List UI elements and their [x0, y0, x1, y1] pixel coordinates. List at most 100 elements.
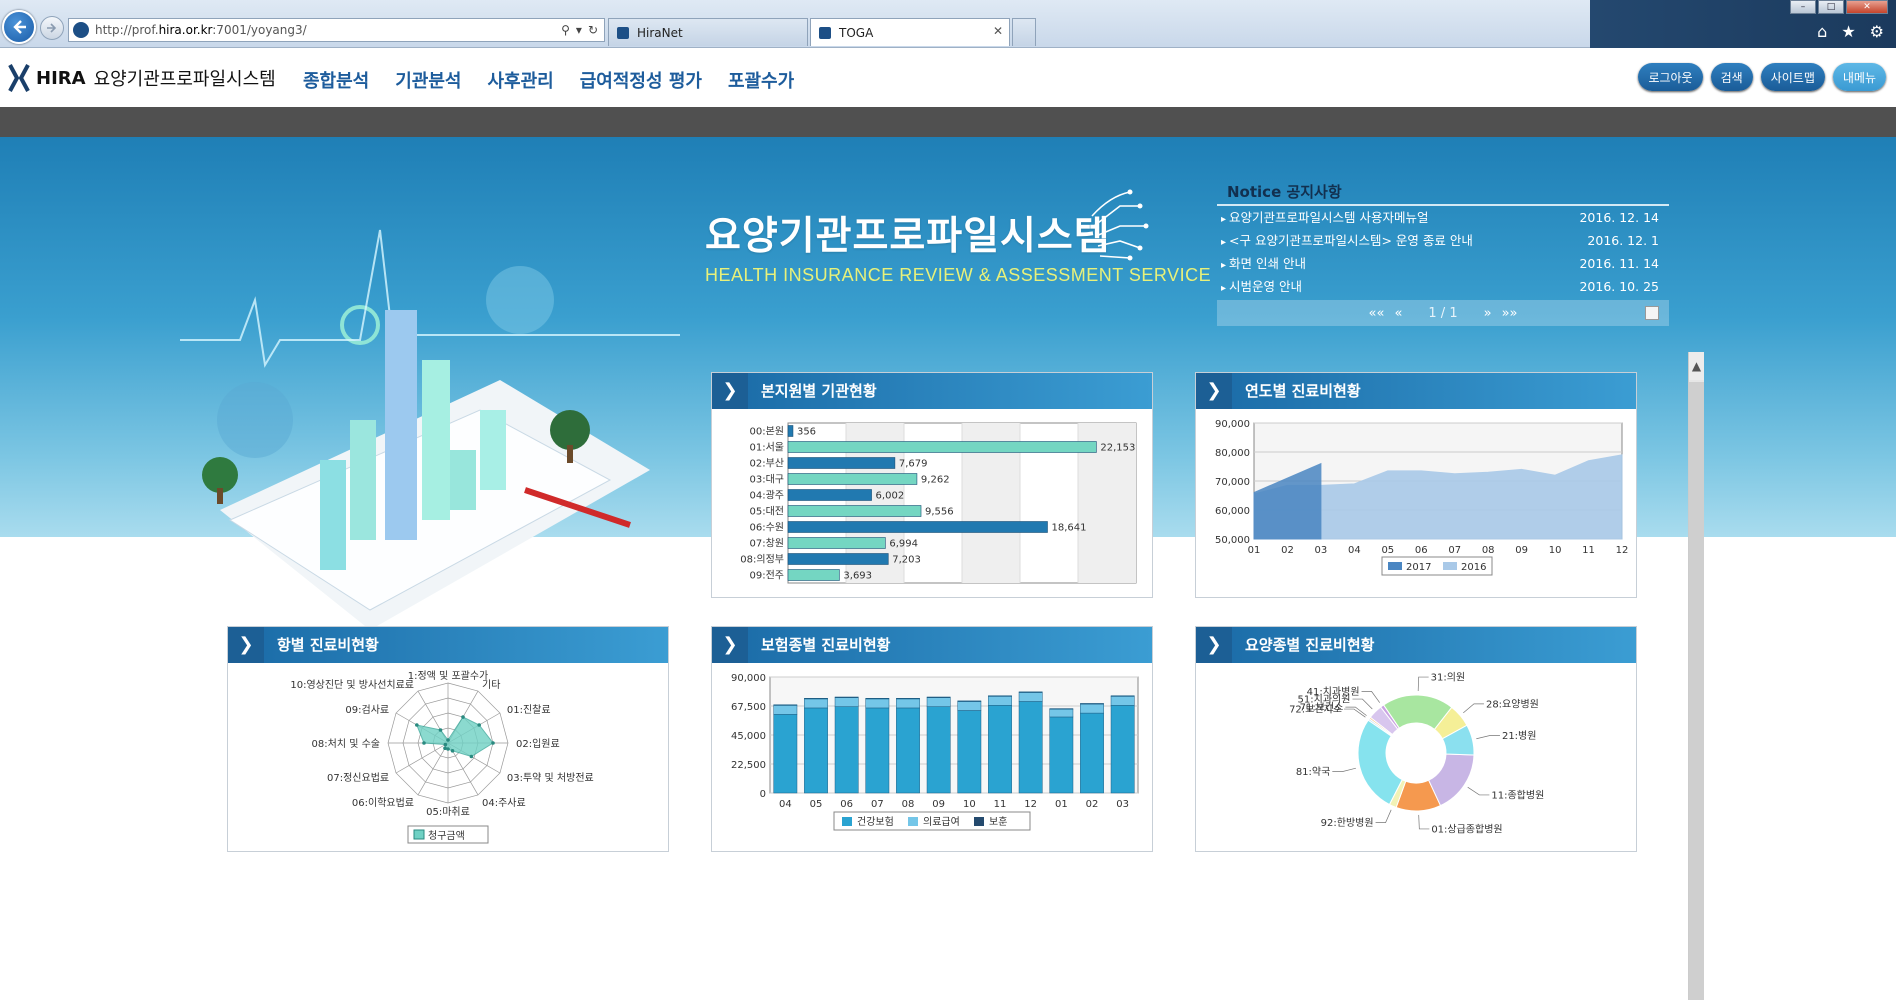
back-button[interactable]: [2, 10, 36, 44]
bar: [787, 537, 886, 549]
category-label: 06:수원: [750, 522, 785, 534]
x-tick-label: 07: [1448, 545, 1461, 556]
legend-label: 의료급여: [923, 816, 960, 828]
tab-hiranet[interactable]: HiraNet: [608, 18, 808, 46]
address-url[interactable]: http://prof.hira.or.kr:7001/yoyang3/: [95, 23, 561, 37]
refresh-icon[interactable]: ↻: [588, 23, 598, 37]
radar-spoke: [395, 742, 449, 774]
radar-point: [443, 742, 448, 747]
nav-item-summary-analysis[interactable]: 종합분석: [303, 67, 369, 93]
site-logo[interactable]: HIRA 요양기관프로파일시스템: [8, 63, 276, 93]
y-tick-label: 60,000: [1215, 506, 1250, 517]
sub-nav-bar: [0, 107, 1896, 137]
logo-system-name: 요양기관프로파일시스템: [93, 69, 276, 90]
category-label: 04:광주: [750, 490, 785, 502]
slice-label: 92:한방병원: [1321, 817, 1374, 829]
home-icon[interactable]: ⌂: [1817, 22, 1827, 41]
category-label: 02:부산: [750, 458, 785, 470]
chevron-right-icon[interactable]: ❯: [1196, 627, 1232, 663]
bar-segment-의료급여: [834, 697, 859, 707]
nav-item-institution-analysis[interactable]: 기관분석: [395, 67, 461, 93]
notice-item[interactable]: 시범운영 안내 2016. 10. 25: [1217, 275, 1669, 298]
scroll-thumb[interactable]: [1689, 382, 1704, 1000]
chevron-right-icon[interactable]: ❯: [712, 627, 748, 663]
legend-swatch: [842, 817, 852, 826]
inst-type-donut-chart: 01:상급종합병원11:종합병원21:병원28:요양병원31:의원41:치과병원…: [1289, 672, 1544, 836]
branch-bar-chart: 00:본원 356 01:서울 22,153 02:부산 7,679 03:대구 9,262 0…: [740, 422, 1137, 584]
panel-header: ❯ 항별 진료비현황: [228, 627, 668, 663]
pager-next-button[interactable]: »: [1484, 306, 1492, 321]
settings-gear-icon[interactable]: ⚙: [1870, 22, 1884, 41]
nav-item-drg[interactable]: 포괄수가: [728, 67, 794, 93]
radar-point: [477, 723, 481, 727]
bar: [787, 553, 889, 565]
nav-item-post-management[interactable]: 사후관리: [488, 67, 554, 93]
page-scrollbar[interactable]: ▲: [1688, 352, 1704, 1000]
search-button[interactable]: 검색: [1710, 63, 1753, 91]
notice-item-title[interactable]: 시범운영 안내: [1221, 275, 1302, 298]
search-icon[interactable]: ⚲: [561, 23, 570, 37]
notice-more-icon[interactable]: [1645, 306, 1659, 320]
nav-item-benefit-evaluation[interactable]: 급여적정성 평가: [580, 67, 702, 93]
chevron-right-icon[interactable]: ❯: [712, 373, 748, 409]
tab-label: TOGA: [839, 25, 874, 40]
x-tick-label: 01: [1248, 545, 1261, 556]
notice-item-title[interactable]: 요양기관프로파일시스템 사용자메뉴얼: [1221, 206, 1428, 229]
my-menu-button[interactable]: 내메뉴: [1832, 63, 1886, 91]
address-bar[interactable]: http://prof.hira.or.kr:7001/yoyang3/ ⚲ ▾ ↻: [68, 18, 605, 42]
notice-item-title[interactable]: 화면 인쇄 안내: [1221, 252, 1306, 275]
bar-segment-건강보험: [896, 707, 920, 794]
radar-spoke: [417, 742, 449, 796]
x-tick-label: 01: [1055, 799, 1068, 810]
bar-segment-건강보험: [865, 707, 890, 794]
tab-toga[interactable]: TOGA ✕: [810, 18, 1010, 46]
notice-item[interactable]: 요양기관프로파일시스템 사용자메뉴얼 2016. 12. 14: [1217, 206, 1669, 229]
sitemap-button[interactable]: 사이트맵: [1760, 63, 1825, 91]
favorites-star-icon[interactable]: ★: [1841, 22, 1855, 41]
bar-segment-보훈: [926, 696, 951, 698]
pager-last-button[interactable]: »»: [1502, 306, 1518, 321]
panel-title: 보험종별 진료비현황: [761, 636, 891, 654]
item-radar-chart: 1:정액 및 포괄수가기타 01:진찰료 02:입원료 03:투약 및 처방전료 04:…: [290, 670, 594, 844]
pager-first-button[interactable]: ««: [1369, 306, 1385, 321]
maximize-icon[interactable]: □: [1818, 0, 1844, 14]
data-label: 356: [797, 427, 816, 438]
chevron-right-icon[interactable]: ❯: [1196, 373, 1232, 409]
new-tab-button[interactable]: [1012, 18, 1036, 46]
logout-button[interactable]: 로그아웃: [1638, 63, 1703, 91]
radar-axis-label: 09:검사료: [345, 704, 389, 716]
panel-header: ❯ 보험종별 진료비현황: [712, 627, 1152, 663]
panel-title: 본지원별 기관현황: [761, 382, 877, 400]
close-tab-icon[interactable]: ✕: [993, 24, 1003, 38]
leader-line: [1476, 735, 1500, 740]
notice-item[interactable]: <구 요양기관프로파일시스템> 운영 종료 안내 2016. 12. 1: [1217, 229, 1669, 252]
x-tick-label: 11: [1582, 545, 1595, 556]
panel-title: 요양종별 진료비현황: [1245, 636, 1375, 654]
scroll-up-icon[interactable]: ▲: [1689, 352, 1704, 380]
category-label: 08:의정부: [740, 554, 784, 566]
bar: [787, 489, 872, 501]
bar: [787, 505, 922, 517]
radar-point: [469, 754, 474, 759]
pager-prev-button[interactable]: «: [1394, 306, 1402, 321]
notice-item-title[interactable]: <구 요양기관프로파일시스템> 운영 종료 안내: [1221, 229, 1473, 252]
slice-label: 72:보건지소: [1289, 704, 1342, 716]
minimize-icon[interactable]: –: [1790, 0, 1816, 14]
data-label: 18,641: [1051, 523, 1086, 534]
forward-button[interactable]: [40, 16, 64, 40]
notice-item[interactable]: 화면 인쇄 안내 2016. 11. 14: [1217, 252, 1669, 275]
panel-yearly-cost: ❯ 연도별 진료비현황 90,000 80,000 70,000 60,000 50,00…: [1195, 372, 1637, 598]
x-tick-label: 02: [1086, 799, 1099, 810]
radar-point: [491, 741, 495, 745]
dropdown-icon[interactable]: ▾: [576, 23, 582, 37]
x-tick-label: 09: [1515, 545, 1528, 556]
leader-line: [1343, 708, 1366, 718]
bar-segment-보훈: [865, 698, 890, 700]
x-tick-label: 04: [779, 799, 792, 810]
tab-label: HiraNet: [637, 25, 683, 40]
data-label: 6,002: [876, 491, 905, 502]
close-window-icon[interactable]: ✕: [1846, 0, 1888, 14]
x-tick-label: 06: [1415, 545, 1428, 556]
chevron-right-icon[interactable]: ❯: [228, 627, 264, 663]
site-favicon: [73, 22, 89, 38]
